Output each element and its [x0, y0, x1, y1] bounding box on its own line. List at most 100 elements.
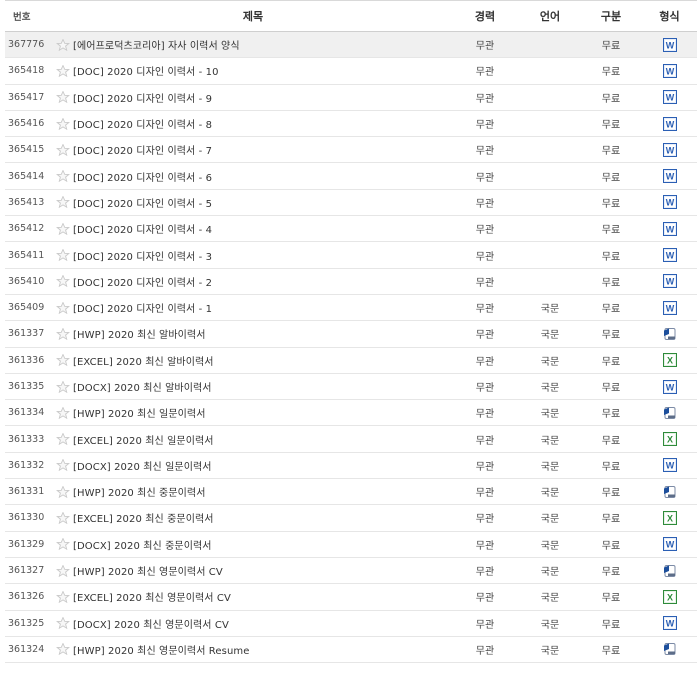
row-experience: 무관	[450, 610, 520, 637]
star-outline-icon[interactable]	[56, 432, 70, 446]
row-title-cell: [HWP] 2020 최신 중문이력서	[56, 478, 450, 506]
row-number: 365410	[5, 268, 56, 295]
star-outline-icon[interactable]	[56, 511, 70, 525]
star-outline-icon[interactable]	[56, 590, 70, 604]
star-outline-icon[interactable]	[56, 301, 70, 314]
excel-icon[interactable]: X	[662, 589, 677, 604]
word-doc-icon[interactable]: W	[662, 300, 677, 315]
row-title-link[interactable]: [HWP] 2020 최신 일문이력서	[73, 405, 206, 420]
title-wrap: [DOC] 2020 디자인 이력서 - 3	[56, 248, 450, 263]
star-outline-icon[interactable]	[56, 563, 70, 577]
row-category: 무료	[580, 504, 642, 532]
row-title-link[interactable]: [DOC] 2020 디자인 이력서 - 8	[73, 116, 212, 131]
row-title-link[interactable]: [DOC] 2020 디자인 이력서 - 9	[73, 90, 212, 105]
row-title-cell: [EXCEL] 2020 최신 알바이력서	[56, 347, 450, 374]
row-language: 국문	[520, 557, 580, 585]
title-wrap: [HWP] 2020 최신 영문이력서 CV	[56, 563, 450, 578]
row-title-cell: [DOC] 2020 디자인 이력서 - 9	[56, 84, 450, 111]
word-doc-icon[interactable]: W	[662, 537, 677, 552]
star-outline-icon[interactable]	[56, 537, 70, 551]
row-title-link[interactable]: [EXCEL] 2020 최신 알바이력서	[73, 353, 214, 368]
row-title-link[interactable]: [DOC] 2020 디자인 이력서 - 2	[73, 274, 212, 289]
excel-icon[interactable]: X	[662, 353, 677, 368]
table-body: 367776 [에어프로덕츠코리아] 자사 이력서 양식 무관 무료 W 365…	[5, 31, 697, 664]
star-outline-icon[interactable]	[56, 64, 70, 78]
hwp-doc-icon[interactable]	[663, 327, 677, 341]
row-title-link[interactable]: [DOC] 2020 디자인 이력서 - 5	[73, 195, 212, 210]
row-title-cell: [HWP] 2020 최신 일문이력서	[56, 399, 450, 427]
star-outline-icon[interactable]	[56, 353, 70, 367]
row-title-link[interactable]: [DOC] 2020 디자인 이력서 - 10	[73, 63, 219, 78]
row-title-link[interactable]: [EXCEL] 2020 최신 중문이력서	[73, 510, 214, 525]
word-doc-icon[interactable]: W	[662, 37, 677, 52]
row-title-link[interactable]: [HWP] 2020 최신 중문이력서	[73, 484, 206, 499]
row-title-link[interactable]: [DOC] 2020 디자인 이력서 - 3	[73, 248, 212, 263]
row-number: 361332	[5, 452, 56, 480]
hwp-doc-icon[interactable]	[663, 564, 677, 578]
word-doc-icon[interactable]: W	[662, 169, 677, 184]
star-outline-icon[interactable]	[56, 38, 70, 51]
star-outline-icon[interactable]	[56, 406, 70, 419]
star-outline-icon[interactable]	[56, 458, 70, 472]
row-experience: 무관	[450, 241, 520, 269]
row-title-cell: [DOC] 2020 디자인 이력서 - 2	[56, 268, 450, 295]
word-doc-icon[interactable]: W	[662, 248, 677, 263]
row-number: 361337	[5, 320, 56, 348]
star-outline-icon[interactable]	[56, 116, 70, 130]
star-outline-icon[interactable]	[56, 248, 70, 262]
row-title-link[interactable]: [에어프로덕츠코리아] 자사 이력서 양식	[73, 37, 240, 52]
word-doc-icon[interactable]: W	[662, 379, 677, 394]
star-outline-icon[interactable]	[56, 90, 70, 104]
word-doc-icon[interactable]: W	[662, 221, 677, 236]
table-row: 361331 [HWP] 2020 최신 중문이력서 무관 국문 무료	[5, 478, 697, 506]
word-doc-icon[interactable]: W	[662, 116, 677, 131]
hwp-doc-icon[interactable]	[663, 406, 677, 420]
star-outline-icon[interactable]	[56, 195, 70, 209]
row-category: 무료	[580, 57, 642, 85]
star-outline-icon[interactable]	[56, 616, 70, 630]
star-outline-icon[interactable]	[56, 327, 70, 341]
word-doc-icon[interactable]: W	[662, 458, 677, 473]
row-language: 국문	[520, 373, 580, 401]
row-title-link[interactable]: [DOCX] 2020 최신 알바이력서	[73, 379, 212, 394]
excel-icon[interactable]: X	[662, 510, 677, 525]
row-title-link[interactable]: [EXCEL] 2020 최신 영문이력서 CV	[73, 589, 231, 604]
star-outline-icon[interactable]	[56, 169, 70, 183]
hwp-doc-icon[interactable]	[663, 642, 677, 656]
star-outline-icon[interactable]	[56, 485, 70, 498]
row-title-link[interactable]: [DOC] 2020 디자인 이력서 - 7	[73, 142, 212, 157]
row-title-link[interactable]: [DOC] 2020 디자인 이력서 - 4	[73, 221, 212, 236]
star-outline-icon[interactable]	[56, 379, 70, 393]
star-outline-icon[interactable]	[56, 274, 70, 288]
row-title-link[interactable]: [DOC] 2020 디자인 이력서 - 1	[73, 300, 212, 315]
word-doc-icon[interactable]: W	[662, 195, 677, 210]
row-title-link[interactable]: [DOCX] 2020 최신 중문이력서	[73, 537, 212, 552]
row-title-link[interactable]: [EXCEL] 2020 최신 일문이력서	[73, 432, 214, 447]
word-doc-icon[interactable]: W	[662, 274, 677, 289]
row-language	[520, 136, 580, 164]
title-wrap: [HWP] 2020 최신 알바이력서	[56, 326, 450, 341]
word-doc-icon[interactable]: W	[662, 142, 677, 157]
excel-icon[interactable]: X	[662, 432, 677, 447]
star-outline-icon[interactable]	[56, 143, 70, 157]
row-language	[520, 84, 580, 111]
word-doc-icon[interactable]: W	[662, 63, 677, 78]
star-outline-icon[interactable]	[56, 642, 70, 656]
row-title-link[interactable]: [HWP] 2020 최신 영문이력서 Resume	[73, 642, 250, 657]
table-row: 361334 [HWP] 2020 최신 일문이력서 무관 국문 무료	[5, 399, 697, 427]
hwp-doc-icon[interactable]	[663, 485, 677, 499]
row-title-link[interactable]: [DOCX] 2020 최신 영문이력서 CV	[73, 616, 229, 631]
row-category: 무료	[580, 294, 642, 322]
row-title-link[interactable]: [DOC] 2020 디자인 이력서 - 6	[73, 169, 212, 184]
row-number: 365416	[5, 110, 56, 138]
row-title-link[interactable]: [HWP] 2020 최신 영문이력서 CV	[73, 563, 223, 578]
row-format-cell: W	[642, 294, 697, 322]
star-outline-icon[interactable]	[56, 222, 70, 235]
word-doc-icon[interactable]: W	[662, 90, 677, 105]
row-format-cell	[642, 478, 697, 506]
row-title-link[interactable]: [DOCX] 2020 최신 일문이력서	[73, 458, 212, 473]
word-doc-icon[interactable]: W	[662, 616, 677, 631]
row-experience: 무관	[450, 136, 520, 164]
row-category: 무료	[580, 162, 642, 190]
row-title-link[interactable]: [HWP] 2020 최신 알바이력서	[73, 326, 206, 341]
